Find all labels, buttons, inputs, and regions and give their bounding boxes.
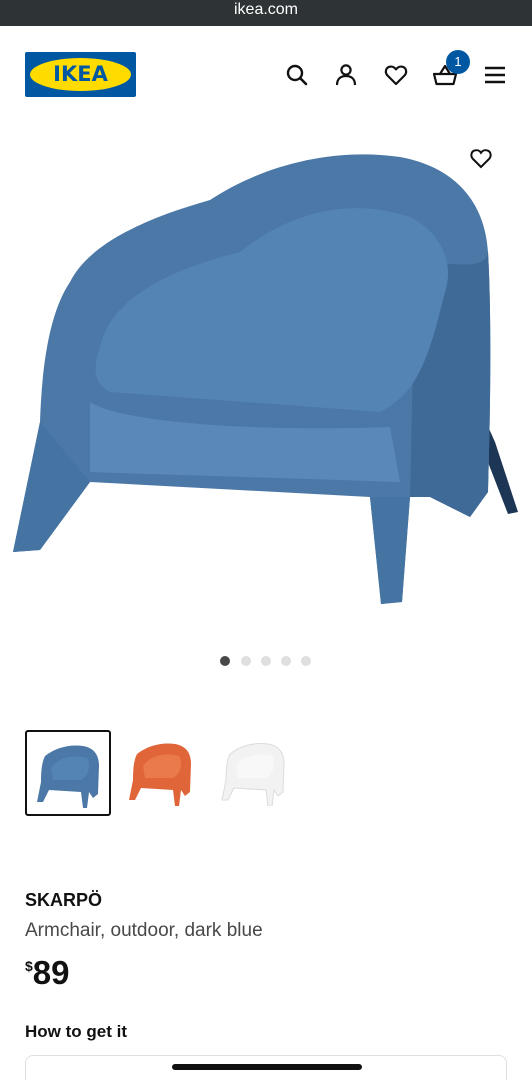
product-description: Armchair, outdoor, dark blue [25,920,263,941]
pagination-dot-5[interactable] [301,656,311,666]
variant-thumb-dark-blue[interactable] [25,730,111,816]
pagination-dot-2[interactable] [241,656,251,666]
variant-thumb-orange[interactable] [119,730,205,816]
product-image [13,149,518,604]
logo-oval: IKEA [30,58,131,91]
chair-thumbnail [37,745,99,808]
pagination-dot-4[interactable] [281,656,291,666]
variant-thumb-white[interactable] [212,730,298,816]
product-image-gallery[interactable] [0,122,532,642]
browser-url-bar[interactable]: ikea.com [0,0,532,26]
pagination-dot-3[interactable] [261,656,271,666]
search-button[interactable] [284,62,310,88]
product-price: $89 [25,954,70,992]
logo-text: IKEA [53,62,108,86]
account-button[interactable] [333,62,359,88]
cart-count-badge: 1 [446,50,470,74]
chair-thumbnail [129,743,191,806]
home-indicator[interactable] [172,1064,362,1070]
chair-thumbnail [221,743,285,806]
heart-icon [384,65,408,86]
price-amount: 89 [32,954,70,991]
search-icon [286,64,308,86]
product-name: SKARPÖ [25,890,103,910]
account-icon [335,64,357,86]
site-header: IKEA 1 [0,26,532,122]
ikea-logo[interactable]: IKEA [25,52,136,97]
hero-favorite-button[interactable] [470,149,492,169]
menu-icon [485,66,505,84]
menu-button[interactable] [482,62,508,88]
how-to-get-it-heading: How to get it [25,1022,127,1041]
heart-icon [470,149,492,169]
price-currency: $ [25,958,33,974]
wishlist-button[interactable] [383,62,409,88]
pagination-dot-1[interactable] [220,656,230,666]
url-text: ikea.com [233,1,299,18]
